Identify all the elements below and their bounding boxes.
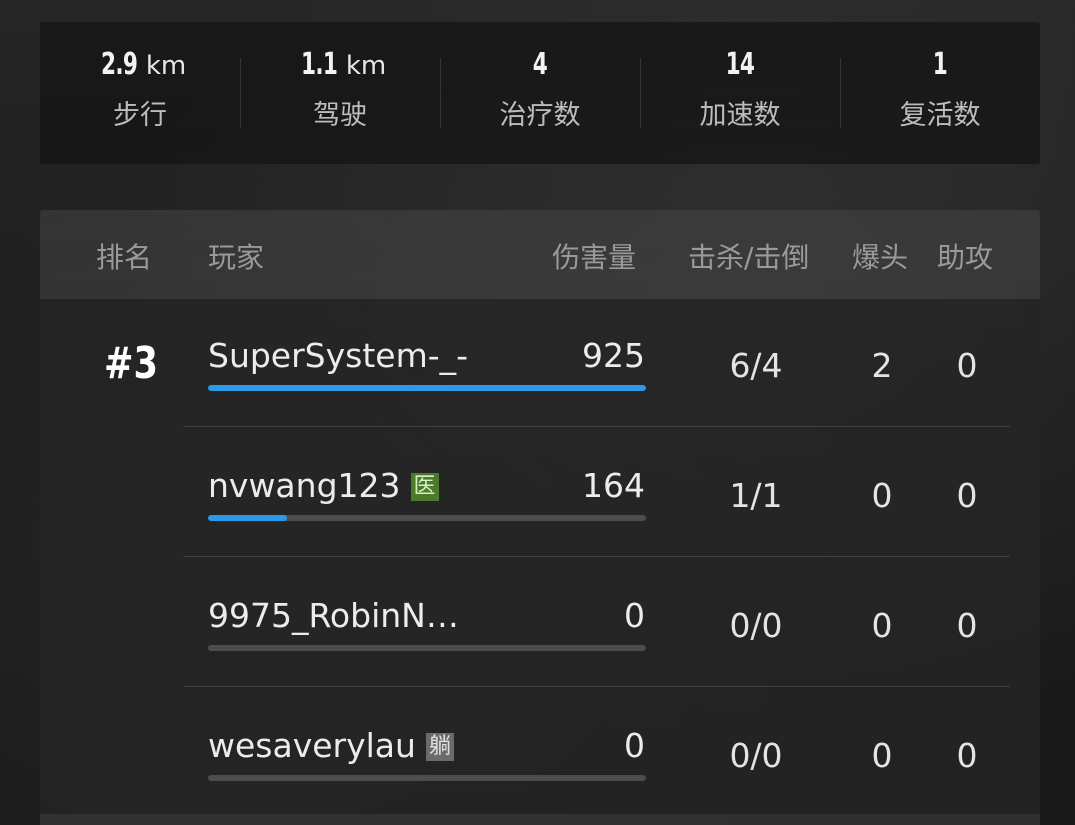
- stat-boosts-label: 加速数: [699, 99, 781, 131]
- stat-drive-unit: km: [345, 50, 387, 81]
- medic-tag: 医: [410, 473, 439, 501]
- player-headshots: 0: [871, 736, 893, 775]
- stat-boosts-value: 14: [725, 46, 755, 82]
- player-name: SuperSystem-_-: [208, 336, 469, 375]
- header-kills: 击杀/击倒: [688, 241, 810, 274]
- stat-drive: 1.1 km 驾驶: [240, 22, 440, 164]
- match-stats-bar: 2.9 km 步行 1.1 km 驾驶 4 治疗数 14 加速数 1 复活数: [40, 22, 1040, 164]
- damage-bar: [208, 515, 646, 521]
- player-assists: 0: [956, 736, 978, 775]
- stat-drive-label: 驾驶: [313, 99, 367, 131]
- player-row[interactable]: 9975_RobinN… 0 0/0 0 0: [0, 560, 1075, 690]
- player-damage: 0: [624, 726, 645, 765]
- header-assists: 助攻: [937, 241, 994, 274]
- stat-revives: 1 复活数: [840, 22, 1040, 164]
- stat-heals-label: 治疗数: [499, 99, 581, 131]
- player-headshots: 0: [871, 476, 893, 515]
- header-headshots: 爆头: [852, 241, 909, 274]
- player-kills: 6/4: [729, 346, 783, 385]
- player-name: 9975_RobinN…: [208, 596, 459, 635]
- player-kills: 1/1: [729, 476, 783, 515]
- stat-drive-value: 1.1: [300, 46, 338, 82]
- stat-boosts: 14 加速数: [640, 22, 840, 164]
- damage-bar: [208, 645, 646, 651]
- player-headshots: 2: [871, 346, 893, 385]
- damage-bar: [208, 385, 646, 391]
- knocked-tag: 躺: [425, 733, 454, 761]
- player-damage: 164: [582, 466, 645, 505]
- stat-revives-value: 1: [932, 46, 948, 82]
- player-kills: 0/0: [729, 736, 783, 775]
- stat-heals-value: 4: [532, 46, 548, 82]
- header-damage: 伤害量: [552, 241, 637, 274]
- player-row[interactable]: wesaverylau 躺 0 0/0 0 0: [0, 690, 1075, 820]
- row-divider: [183, 426, 1010, 427]
- damage-bar-fill: [208, 515, 287, 521]
- player-row[interactable]: SuperSystem-_- 925 6/4 2 0: [0, 300, 1075, 430]
- stat-walk-unit: km: [145, 50, 187, 81]
- player-headshots: 0: [871, 606, 893, 645]
- stat-walk: 2.9 km 步行: [40, 22, 240, 164]
- player-assists: 0: [956, 346, 978, 385]
- player-kills: 0/0: [729, 606, 783, 645]
- row-divider: [183, 556, 1010, 557]
- player-name: nvwang123 医: [208, 466, 439, 505]
- player-damage: 925: [582, 336, 645, 375]
- stat-walk-value: 2.9: [100, 46, 138, 82]
- player-row[interactable]: nvwang123 医 164 1/1 0 0: [0, 430, 1075, 560]
- header-rank: 排名: [96, 241, 153, 274]
- stat-heals: 4 治疗数: [440, 22, 640, 164]
- stat-walk-label: 步行: [113, 99, 167, 131]
- player-assists: 0: [956, 476, 978, 515]
- player-assists: 0: [956, 606, 978, 645]
- player-name: wesaverylau 躺: [208, 726, 454, 765]
- header-player: 玩家: [208, 241, 265, 274]
- damage-bar: [208, 775, 646, 781]
- damage-bar-fill: [208, 385, 646, 391]
- row-divider: [183, 686, 1010, 687]
- player-damage: 0: [624, 596, 645, 635]
- stat-revives-label: 复活数: [899, 99, 981, 131]
